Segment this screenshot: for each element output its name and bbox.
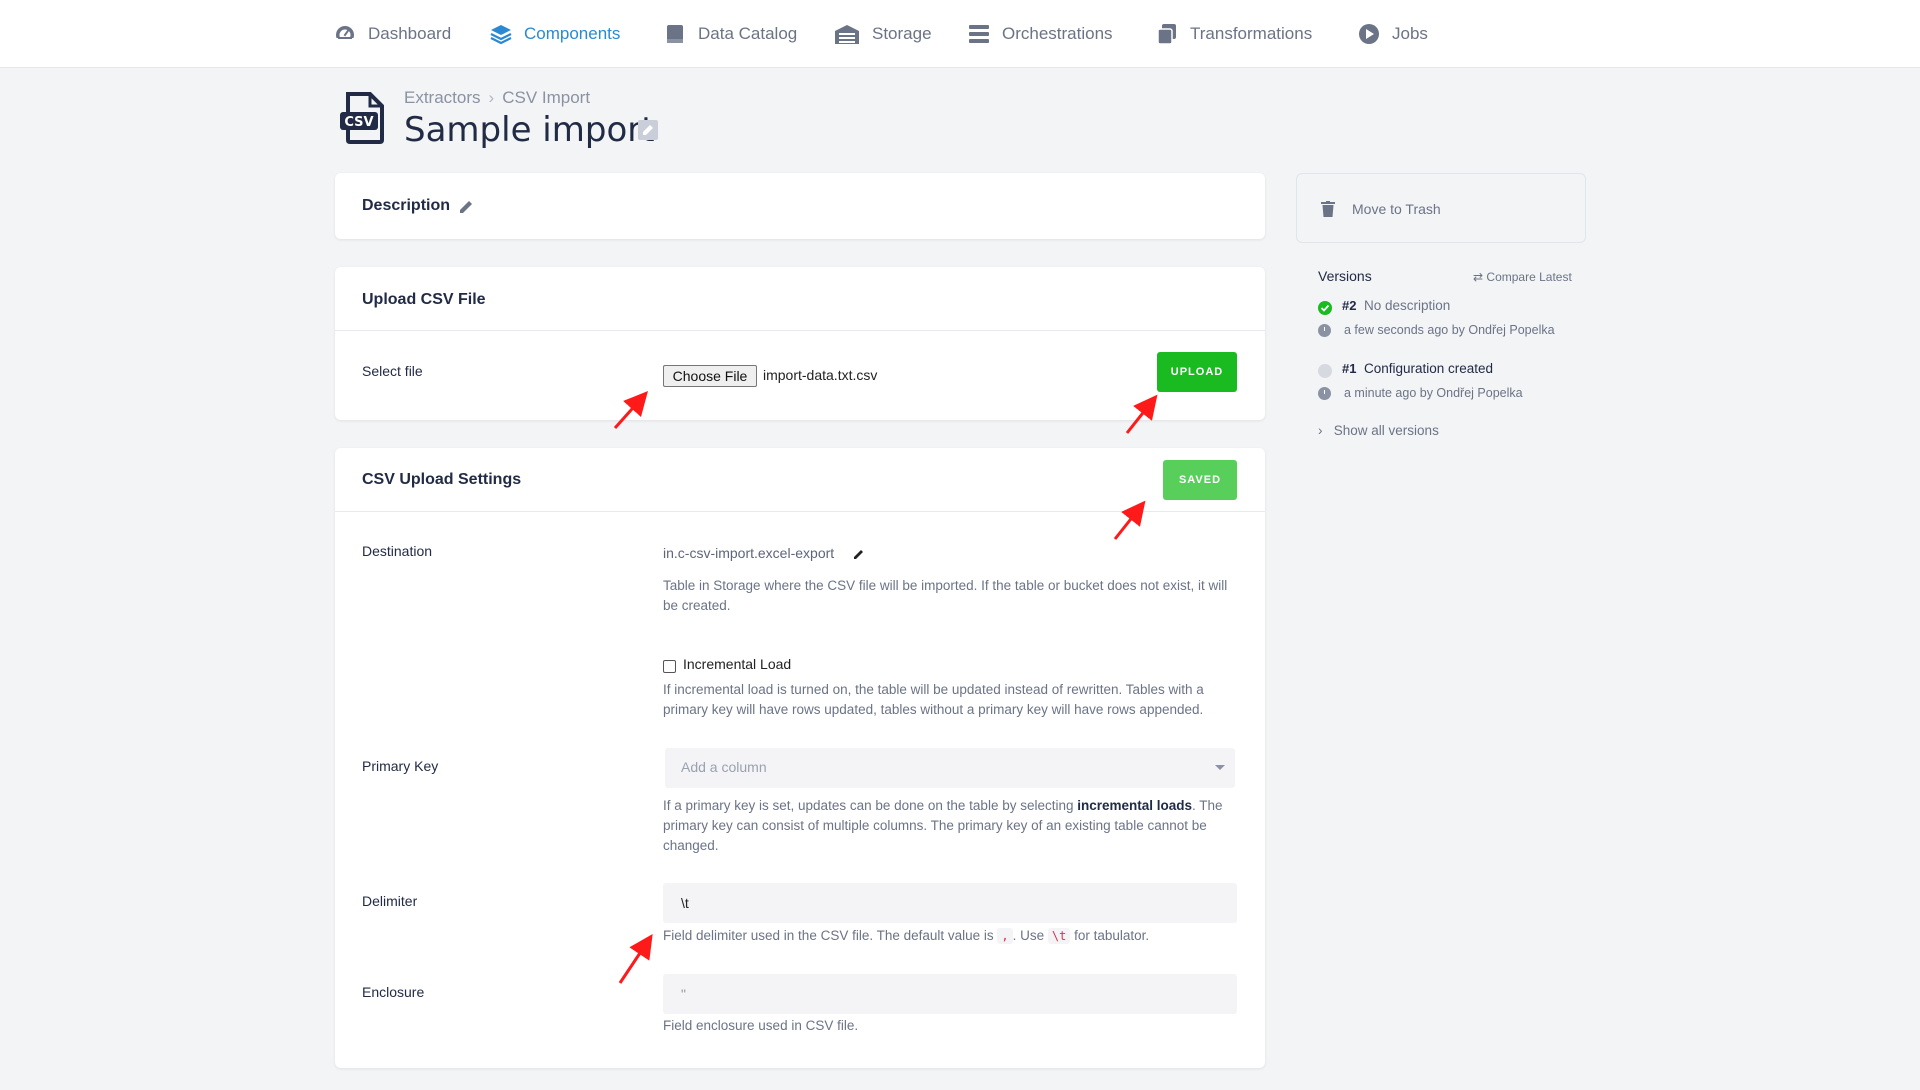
annotation-arrow (1125, 394, 1158, 434)
annotation-arrows (613, 391, 1158, 984)
annotation-arrow (613, 391, 648, 429)
annotation-arrow (618, 934, 653, 984)
annotation-arrow (1113, 500, 1146, 540)
